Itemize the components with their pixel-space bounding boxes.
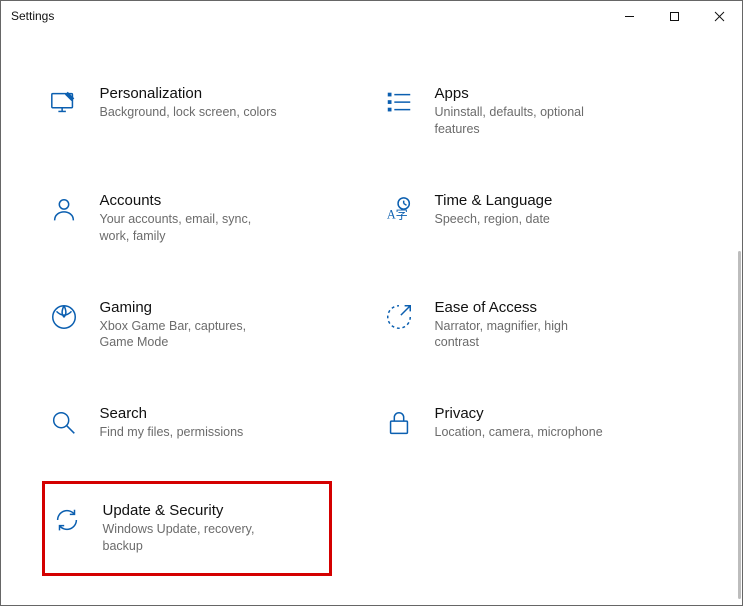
ease-of-access-icon [381,299,417,335]
tile-title: Privacy [435,405,603,422]
settings-content: Personalization Background, lock screen,… [1,31,742,596]
window-controls [607,1,742,31]
accounts-icon [46,192,82,228]
tile-title: Apps [435,85,615,102]
tile-update-security[interactable]: Update & Security Windows Update, recove… [42,481,332,576]
tile-gaming[interactable]: Gaming Xbox Game Bar, captures, Game Mod… [42,295,367,356]
tile-title: Personalization [100,85,277,102]
personalization-icon [46,85,82,121]
search-icon [46,405,82,441]
tile-desc: Background, lock screen, colors [100,104,277,121]
tile-desc: Find my files, permissions [100,424,244,441]
maximize-button[interactable] [652,1,697,31]
tile-ease-of-access[interactable]: Ease of Access Narrator, magnifier, high… [377,295,702,356]
tile-desc: Uninstall, defaults, optional features [435,104,615,138]
tile-desc: Narrator, magnifier, high contrast [435,318,615,352]
tile-desc: Windows Update, recovery, backup [103,521,283,555]
settings-grid: Personalization Background, lock screen,… [42,81,702,576]
tile-desc: Speech, region, date [435,211,553,228]
tile-title: Accounts [100,192,280,209]
tile-title: Gaming [100,299,280,316]
update-security-icon [49,502,85,538]
title-bar: Settings [1,1,742,31]
tile-search[interactable]: Search Find my files, permissions [42,401,367,445]
gaming-icon [46,299,82,335]
close-button[interactable] [697,1,742,31]
tile-desc: Your accounts, email, sync, work, family [100,211,280,245]
tile-personalization[interactable]: Personalization Background, lock screen,… [42,81,367,142]
tile-time-language[interactable]: A字 Time & Language Speech, region, date [377,188,702,249]
window-title: Settings [11,9,54,23]
svg-text:A字: A字 [386,206,407,221]
tile-desc: Xbox Game Bar, captures, Game Mode [100,318,280,352]
apps-icon [381,85,417,121]
minimize-button[interactable] [607,1,652,31]
tile-title: Time & Language [435,192,553,209]
tile-title: Ease of Access [435,299,615,316]
tile-title: Update & Security [103,502,283,519]
privacy-icon [381,405,417,441]
tile-accounts[interactable]: Accounts Your accounts, email, sync, wor… [42,188,367,249]
time-language-icon: A字 [381,192,417,228]
tile-privacy[interactable]: Privacy Location, camera, microphone [377,401,702,445]
tile-desc: Location, camera, microphone [435,424,603,441]
tile-title: Search [100,405,244,422]
scrollbar[interactable] [738,251,741,599]
tile-apps[interactable]: Apps Uninstall, defaults, optional featu… [377,81,702,142]
